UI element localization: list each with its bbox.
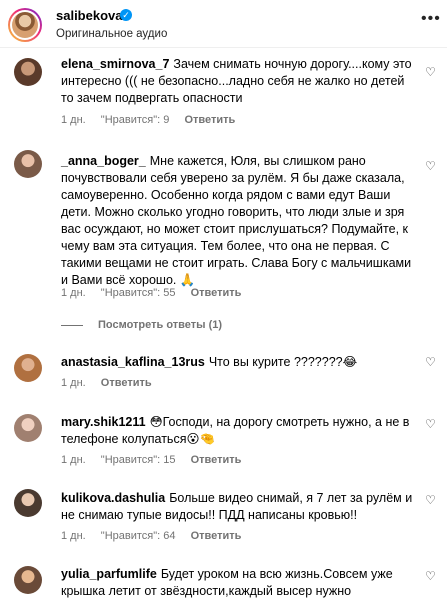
avatar-image	[12, 12, 38, 38]
heart-outline-icon[interactable]: ♡	[425, 418, 437, 430]
comment-username[interactable]: _anna_boger_	[61, 154, 146, 168]
comment-text: anastasia_kaflina_13rus Что вы курите ???…	[61, 354, 416, 371]
comment-username[interactable]: kulikova.dashulia	[61, 491, 165, 505]
comment-username[interactable]: yulia_parfumlife	[61, 567, 157, 581]
heart-outline-icon[interactable]: ♡	[425, 494, 437, 506]
comment-username[interactable]: elena_smirnova_7	[61, 57, 169, 71]
commenter-avatar[interactable]	[14, 489, 42, 517]
post-header: salibekova ✓ Оригинальное аудио •••	[0, 0, 447, 48]
heart-outline-icon[interactable]: ♡	[425, 570, 437, 582]
comment-text: mary.shik1211 😳Господи, на дорогу смотрет…	[61, 414, 416, 448]
comment-time: 1 дн.	[61, 377, 86, 389]
comment-time: 1 дн.	[61, 287, 86, 299]
commenter-avatar[interactable]	[14, 354, 42, 382]
comment-username[interactable]: anastasia_kaflina_13rus	[61, 355, 205, 369]
comment-meta: 1 дн. "Нравится": 9 Ответить	[61, 114, 247, 126]
heart-outline-icon[interactable]: ♡	[425, 160, 437, 172]
comment-likes[interactable]: "Нравится": 55	[101, 287, 176, 299]
comment-meta: 1 дн. "Нравится": 15 Ответить	[61, 454, 253, 466]
more-options-icon[interactable]: •••	[421, 10, 441, 28]
reply-button[interactable]: Ответить	[191, 287, 242, 299]
author-avatar[interactable]	[8, 8, 42, 42]
comment-text: elena_smirnova_7 Зачем снимать ночную дор…	[61, 56, 416, 107]
comment-likes[interactable]: "Нравится": 15	[101, 454, 176, 466]
reply-button[interactable]: Ответить	[191, 530, 242, 542]
comment-text: yulia_parfumlife Будет уроком на всю жизн…	[61, 566, 416, 600]
heart-outline-icon[interactable]: ♡	[425, 66, 437, 78]
comment-meta: 1 дн. "Нравится": 55 Ответить	[61, 287, 253, 299]
author-username[interactable]: salibekova	[56, 8, 123, 23]
replies-divider	[61, 325, 83, 326]
comment-likes[interactable]: "Нравится": 64	[101, 530, 176, 542]
reply-button[interactable]: Ответить	[184, 114, 235, 126]
commenter-avatar[interactable]	[14, 58, 42, 86]
reply-button[interactable]: Ответить	[101, 377, 152, 389]
reply-button[interactable]: Ответить	[191, 454, 242, 466]
commenter-avatar[interactable]	[14, 150, 42, 178]
comment-time: 1 дн.	[61, 114, 86, 126]
audio-label[interactable]: Оригинальное аудио	[56, 28, 167, 40]
comment-meta: 1 дн. Ответить	[61, 377, 164, 389]
comment-text: kulikova.dashulia Больше видео снимай, я …	[61, 490, 416, 524]
heart-outline-icon[interactable]: ♡	[425, 356, 437, 368]
comment-time: 1 дн.	[61, 530, 86, 542]
comment-meta: 1 дн. "Нравится": 64 Ответить	[61, 530, 253, 542]
commenter-avatar[interactable]	[14, 566, 42, 594]
comment-text: _anna_boger_ Мне кажется, Юля, вы слишком…	[61, 153, 416, 289]
comment-time: 1 дн.	[61, 454, 86, 466]
comment-username[interactable]: mary.shik1211	[61, 415, 146, 429]
comment-body: Мне кажется, Юля, вы слишком рано почувс…	[61, 154, 412, 287]
comment-body: Что вы курите ???????😂	[208, 355, 358, 369]
comment-likes[interactable]: "Нравится": 9	[101, 114, 170, 126]
view-replies-label[interactable]: Посмотреть ответы (1)	[98, 319, 222, 331]
commenter-avatar[interactable]	[14, 414, 42, 442]
verified-badge-icon: ✓	[120, 9, 132, 21]
